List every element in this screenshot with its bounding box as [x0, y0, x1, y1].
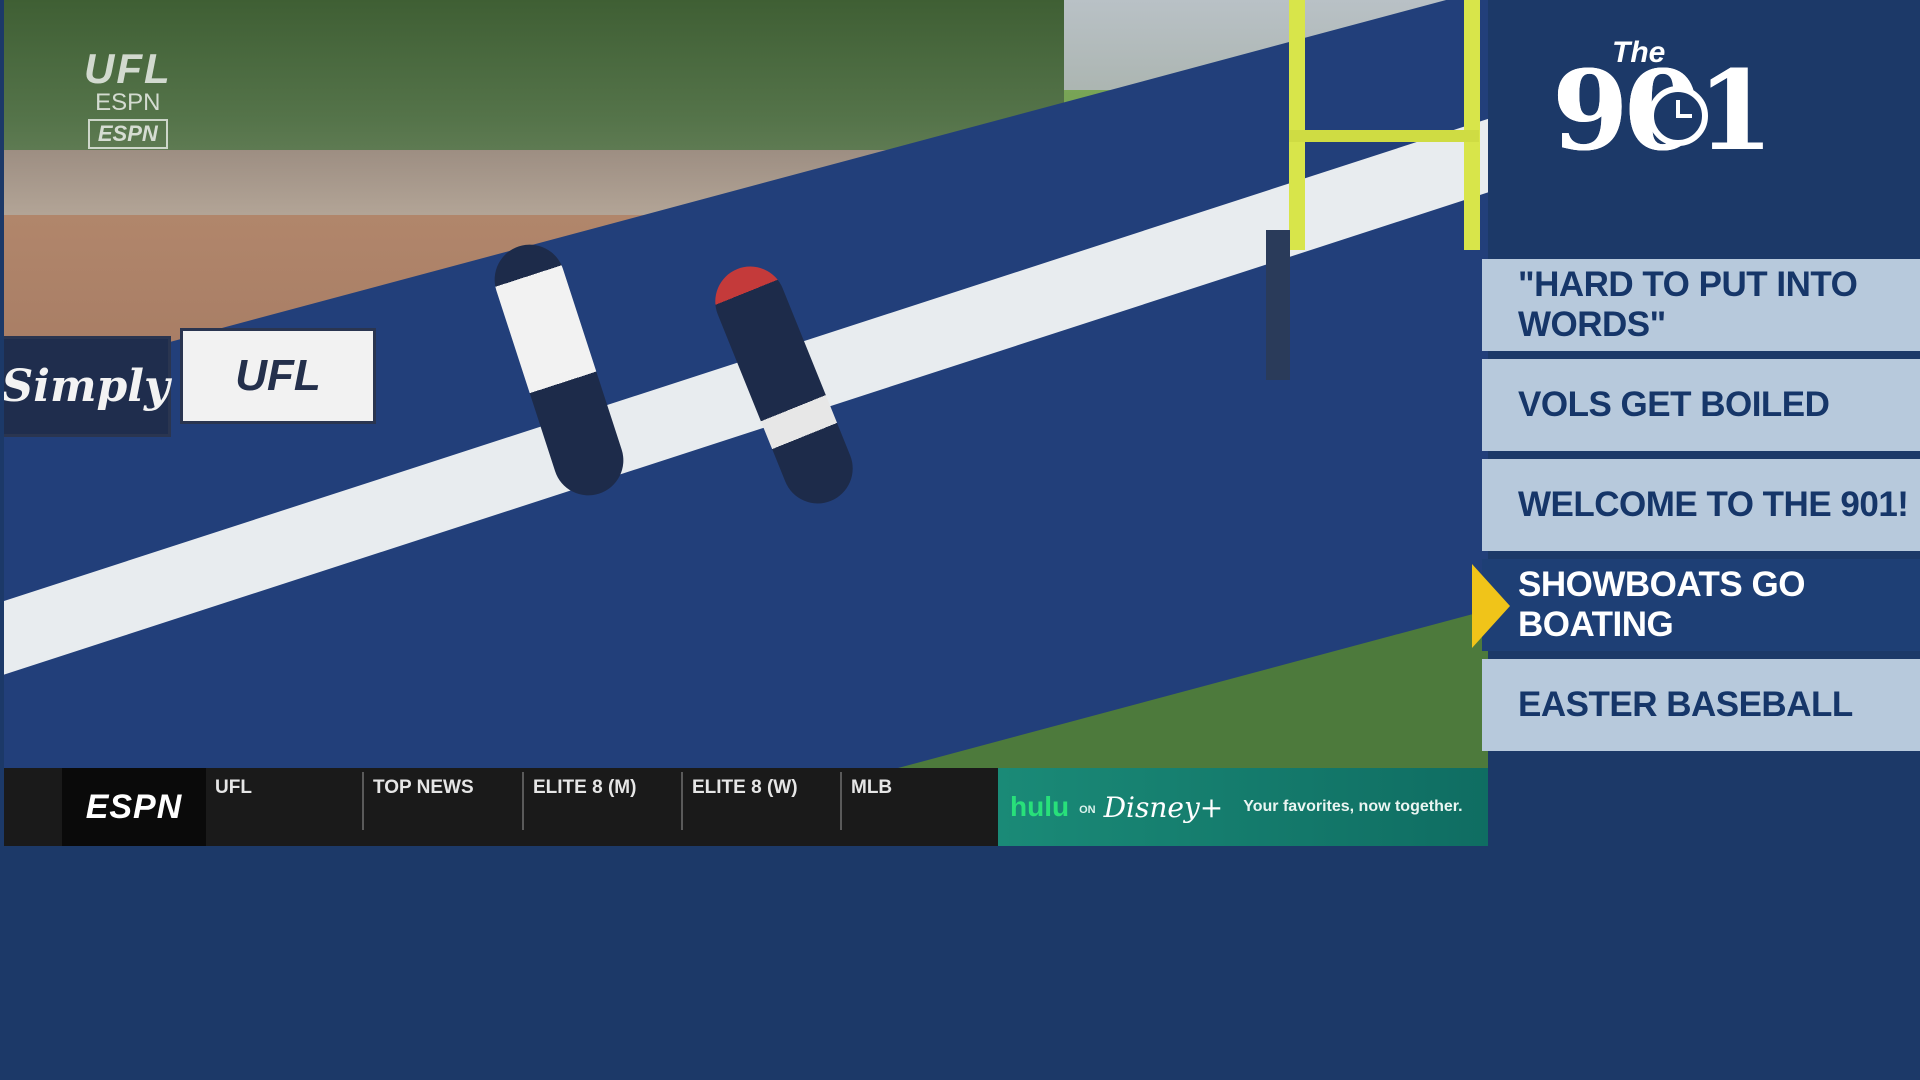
- ad-hulu-logo: hulu: [1010, 791, 1070, 822]
- rundown-item-vols-get-boiled: VOLS GET BOILED: [1482, 359, 1920, 451]
- hulu-disney-ad: hulu ON Disney+ Your favorites, now toge…: [998, 768, 1488, 846]
- goalpost-padding: [1266, 230, 1290, 380]
- rundown-item-showboats-go-boating: SHOWBOATS GO BOATING: [1472, 559, 1920, 651]
- ticker-item-mlb: MLB: [840, 772, 990, 830]
- bottom-ticker: ESPN UFL TOP NEWS ELITE 8 (M) ELITE 8 (W…: [4, 768, 1488, 846]
- ad-tagline: Your favorites, now together.: [1243, 798, 1463, 815]
- watermark-league: UFL: [84, 45, 172, 92]
- current-item-arrow-icon: [1472, 564, 1510, 648]
- goalpost-right: [1464, 0, 1480, 250]
- ticker-item-elite8-women: ELITE 8 (W): [681, 772, 839, 830]
- the-901-logo: The 901: [1552, 36, 1812, 166]
- sign-center-text: UFL: [235, 351, 321, 400]
- watermark-network-bug: ESPN: [87, 119, 168, 149]
- ticker-item-top-news: TOP NEWS: [362, 772, 520, 830]
- rundown-item-welcome-to-the-901: WELCOME TO THE 901!: [1482, 459, 1920, 551]
- ad-disney-logo: Disney+: [1103, 790, 1224, 824]
- rundown-item-hard-to-put-into-words: "HARD TO PUT INTO WORDS": [1482, 259, 1920, 351]
- rundown-item-label: "HARD TO PUT INTO WORDS": [1518, 265, 1858, 344]
- watermark-network: ESPN: [95, 89, 161, 116]
- rundown-item-label: WELCOME TO THE 901!: [1518, 485, 1909, 524]
- rundown-item-label: VOLS GET BOILED: [1518, 385, 1830, 424]
- clock-icon: [1648, 86, 1708, 146]
- ad-joiner: ON: [1079, 804, 1096, 816]
- goalpost-crossbar: [1289, 130, 1479, 142]
- sign-left: Simply: [4, 336, 171, 437]
- ufl-espn-watermark: UFL ESPN ESPN: [84, 45, 172, 149]
- sign-center: UFL: [180, 328, 376, 424]
- rundown-item-label: EASTER BASEBALL: [1518, 685, 1853, 724]
- sign-left-text: Simply: [4, 361, 170, 412]
- ticker-item-elite8-men: ELITE 8 (M): [522, 772, 680, 830]
- video-frame: Simply UFL UFL ESPN ESPN: [4, 0, 1488, 768]
- goalpost-left: [1289, 0, 1305, 250]
- rundown-list: "HARD TO PUT INTO WORDS" VOLS GET BOILED…: [1472, 259, 1920, 759]
- rundown-item-easter-baseball: EASTER BASEBALL: [1482, 659, 1920, 751]
- espn-logo: ESPN: [62, 768, 206, 846]
- ticker-item-ufl: UFL: [215, 777, 252, 798]
- rundown-item-label: SHOWBOATS GO BOATING: [1518, 565, 1805, 644]
